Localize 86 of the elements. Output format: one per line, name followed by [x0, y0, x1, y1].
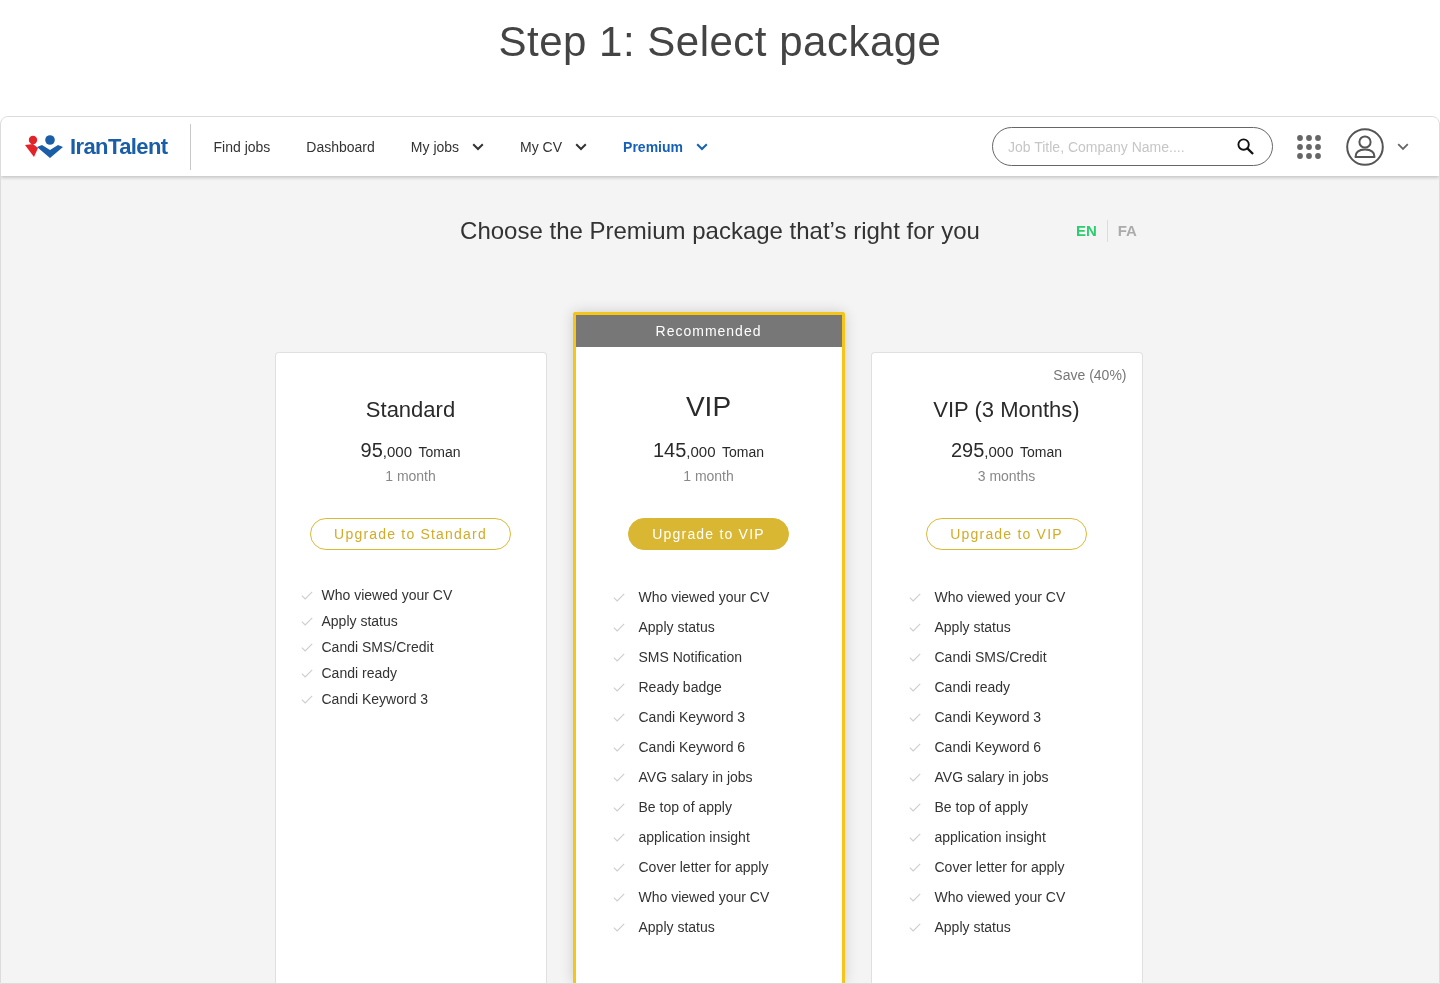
apps-grid-icon[interactable]: [1297, 134, 1321, 159]
package-period: 1 month: [683, 467, 734, 485]
check-icon: [908, 772, 921, 782]
check-icon: [300, 642, 313, 652]
check-icon: [908, 622, 921, 632]
feature-text: Candi Keyword 6: [934, 738, 1042, 756]
check-icon: [612, 862, 625, 872]
feature-text: Apply status: [638, 918, 715, 936]
check-icon: [612, 802, 625, 812]
feature-text: application insight: [638, 828, 750, 846]
chevron-down-icon[interactable]: [472, 142, 485, 151]
logo-text[interactable]: IranTalent: [70, 133, 168, 160]
package-name: VIP: [685, 390, 732, 424]
check-icon: [908, 742, 921, 752]
check-icon: [908, 862, 921, 872]
feature-text: Cover letter for apply: [638, 858, 769, 876]
feature-text: Apply status: [934, 618, 1011, 636]
feature-text: Candi Keyword 3: [934, 708, 1042, 726]
feature-text: AVG salary in jobs: [638, 768, 753, 786]
avatar-icon[interactable]: [1346, 127, 1384, 166]
feature-text: Who viewed your CV: [321, 586, 453, 604]
page-title: Step 1: Select package: [498, 17, 942, 67]
package-name: VIP (3 Months): [933, 396, 1080, 424]
nav-link[interactable]: Find jobs: [213, 137, 271, 156]
search-field[interactable]: Job Title, Company Name....: [992, 127, 1273, 166]
check-icon: [612, 832, 625, 842]
package-price: 95,000 Toman: [360, 438, 461, 463]
feature-text: Be top of apply: [638, 798, 732, 816]
check-icon: [908, 802, 921, 812]
package-period: 3 months: [977, 467, 1036, 485]
feature-text: Candi ready: [321, 664, 397, 682]
check-icon: [300, 668, 313, 678]
chevron-down-icon[interactable]: [575, 142, 588, 151]
feature-text: Be top of apply: [934, 798, 1028, 816]
chevron-down-icon[interactable]: [696, 142, 708, 151]
check-icon: [612, 742, 625, 752]
feature-text: Apply status: [321, 612, 398, 630]
feature-text: Who viewed your CV: [934, 588, 1066, 606]
check-icon: [612, 682, 625, 692]
discount-note: Save (40%): [1053, 366, 1127, 385]
feature-text: Candi SMS/Credit: [934, 648, 1047, 666]
check-icon: [612, 772, 625, 782]
package-period: 1 month: [385, 467, 436, 485]
check-icon: [612, 652, 625, 662]
check-icon: [612, 712, 625, 722]
feature-text: Who viewed your CV: [638, 888, 770, 906]
search-icon[interactable]: [1237, 138, 1254, 155]
check-icon: [908, 682, 921, 692]
check-icon: [612, 592, 625, 602]
feature-text: Candi Keyword 6: [638, 738, 746, 756]
recommended-banner: Recommended: [575, 315, 842, 347]
feature-text: application insight: [934, 828, 1046, 846]
feature-text: Who viewed your CV: [638, 588, 770, 606]
check-icon: [908, 652, 921, 662]
feature-text: Candi Keyword 3: [321, 690, 429, 708]
feature-text: SMS Notification: [638, 648, 742, 666]
feature-text: Candi Keyword 3: [638, 708, 746, 726]
nav-link[interactable]: Dashboard: [306, 137, 375, 156]
chevron-down-icon[interactable]: [1397, 142, 1409, 151]
check-icon: [300, 616, 313, 626]
check-icon: [908, 892, 921, 902]
package-price: 295,000 Toman: [950, 438, 1063, 463]
feature-text: Cover letter for apply: [934, 858, 1065, 876]
feature-text: Candi SMS/Credit: [321, 638, 434, 656]
check-icon: [908, 832, 921, 842]
section-heading: Choose the Premium package that’s right for you: [460, 217, 980, 245]
check-icon: [908, 922, 921, 932]
check-icon: [612, 892, 625, 902]
check-icon: [908, 712, 921, 722]
nav-link[interactable]: Premium: [623, 137, 708, 156]
logo-icon[interactable]: [24, 134, 64, 159]
feature-text: Apply status: [934, 918, 1011, 936]
feature-text: AVG salary in jobs: [934, 768, 1049, 786]
nav-link[interactable]: My jobs: [410, 137, 485, 156]
check-icon: [908, 592, 921, 602]
feature-text: Apply status: [638, 618, 715, 636]
feature-text: Candi ready: [934, 678, 1010, 696]
feature-text: Who viewed your CV: [934, 888, 1066, 906]
feature-text: Ready badge: [638, 678, 722, 696]
package-price: 145,000 Toman: [652, 438, 765, 463]
check-icon: [300, 694, 313, 704]
nav-link[interactable]: My CV: [520, 137, 588, 156]
package-name: Standard: [365, 396, 456, 424]
check-icon: [612, 922, 625, 932]
check-icon: [300, 590, 313, 600]
check-icon: [612, 622, 625, 632]
